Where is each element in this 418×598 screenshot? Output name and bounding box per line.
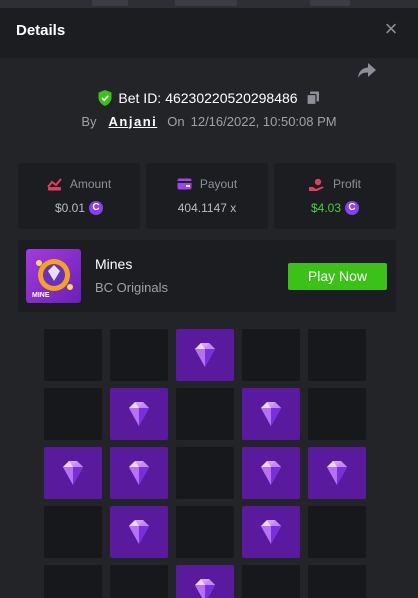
payout-value: 404.1147 x	[177, 201, 237, 215]
stat-profit: Profit $4.03 C	[274, 163, 396, 229]
close-icon[interactable]: ×	[382, 18, 400, 40]
mines-tile-empty	[176, 388, 234, 440]
mines-game-thumbnail[interactable]: MINE	[26, 249, 81, 303]
bet-id-value: 46230220520298486	[165, 90, 298, 106]
coin-icon: C	[89, 201, 104, 215]
mines-tile-empty	[44, 506, 102, 558]
mines-tile-gem	[242, 447, 300, 499]
diamond-icon	[327, 461, 347, 485]
money-icon	[47, 177, 62, 190]
mines-tile-empty	[242, 565, 300, 598]
mines-tile-gem	[176, 565, 234, 598]
profit-hand-icon	[308, 178, 324, 191]
mines-tile-gem	[176, 329, 234, 381]
modal-title: Details	[16, 22, 66, 39]
diamond-icon	[261, 402, 281, 426]
diamond-icon	[129, 520, 149, 544]
bet-id-label: Bet ID:	[118, 90, 162, 106]
bet-id-row: Bet ID: 46230220520298486	[0, 88, 418, 108]
game-card: MINE Mines BC Originals Play Now	[18, 240, 396, 312]
diamond-icon	[195, 579, 215, 598]
modal-header: Details ×	[0, 8, 418, 58]
mines-tile-empty	[44, 329, 102, 381]
diamond-icon	[129, 402, 149, 426]
mines-tile-empty	[176, 447, 234, 499]
mines-tile-empty	[110, 565, 168, 598]
background-ghost-text	[310, 0, 350, 6]
mines-tile-gem	[242, 388, 300, 440]
mines-board	[44, 329, 374, 598]
background-strip	[0, 0, 418, 8]
game-provider: BC Originals	[95, 280, 168, 295]
payout-label: Payout	[199, 177, 238, 191]
diamond-icon	[63, 461, 83, 485]
username-link[interactable]: Anjani	[109, 114, 158, 129]
mines-tile-gem	[44, 447, 102, 499]
diamond-icon	[129, 461, 149, 485]
on-label: On	[167, 113, 185, 129]
amount-label: Amount	[69, 177, 112, 191]
background-ghost-button	[175, 0, 237, 6]
mines-tile-gem	[308, 447, 366, 499]
mines-tile-empty	[110, 329, 168, 381]
mines-tile-empty	[44, 388, 102, 440]
bet-datetime: 12/16/2022, 10:50:08 PM	[190, 113, 337, 129]
mines-tile-empty	[44, 565, 102, 598]
coin-icon: C	[345, 201, 360, 215]
mines-tile-empty	[308, 506, 366, 558]
mines-tile-gem	[110, 506, 168, 558]
author-row: By Anjani On 12/16/2022, 10:50:08 PM	[0, 112, 418, 130]
stat-payout: Payout 404.1147 x	[146, 163, 268, 229]
share-icon[interactable]	[357, 61, 377, 79]
mines-tile-empty	[308, 388, 366, 440]
wallet-icon	[177, 178, 192, 190]
mines-tile-empty	[176, 506, 234, 558]
diamond-icon	[261, 520, 281, 544]
mines-tile-empty	[308, 565, 366, 598]
game-name: Mines	[95, 256, 133, 272]
play-now-button[interactable]: Play Now	[288, 263, 387, 290]
mines-tile-gem	[110, 447, 168, 499]
by-label: By	[81, 113, 97, 129]
diamond-icon	[261, 461, 281, 485]
mines-tile-gem	[110, 388, 168, 440]
mines-tile-empty	[308, 329, 366, 381]
mines-tile-empty	[242, 329, 300, 381]
profit-label: Profit	[332, 177, 361, 191]
profit-value: $4.03	[310, 201, 342, 215]
stat-amount: Amount $0.01 C	[18, 163, 140, 229]
background-ghost-text	[92, 0, 128, 6]
diamond-icon	[195, 343, 215, 367]
shield-check-icon	[98, 90, 112, 106]
amount-value: $0.01	[54, 201, 86, 215]
copy-icon[interactable]	[305, 91, 320, 105]
thumbnail-label: MINE	[32, 292, 50, 299]
mines-tile-gem	[242, 506, 300, 558]
